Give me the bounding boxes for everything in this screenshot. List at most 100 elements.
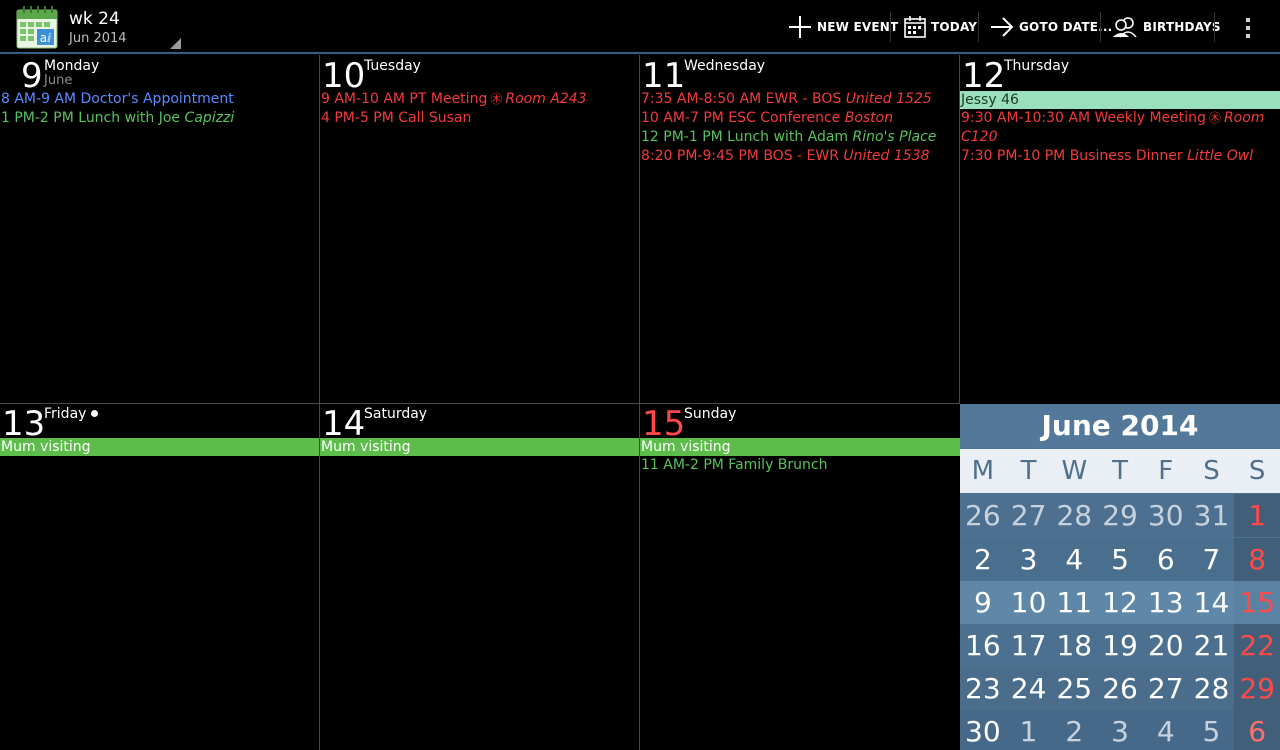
event-item[interactable]: 4 PM-5 PM Call Susan [321, 109, 639, 128]
birthdays-button[interactable]: BIRTHDAYS [1112, 10, 1221, 44]
mini-month-day[interactable]: 13 [1143, 581, 1189, 624]
day-cell-sunday[interactable]: 15 Sunday Mum visiting 11 AM-2 PM Family… [640, 404, 960, 750]
people-icon [1113, 17, 1137, 38]
all-day-event[interactable]: Mum visiting [640, 438, 960, 456]
mini-month-day[interactable]: 6 [1143, 538, 1189, 581]
location-icon: ㊍ [490, 92, 503, 106]
location-icon: ㊍ [1208, 111, 1221, 125]
calendar-app-icon[interactable]: aⅈ [16, 5, 58, 49]
goto-date-button[interactable]: GOTO DATE... [990, 10, 1112, 44]
action-bar-divider [0, 52, 1280, 54]
mini-month-week-row[interactable]: 2345678 [960, 538, 1280, 581]
mini-month-day[interactable]: 16 [960, 624, 1006, 667]
overflow-menu-icon[interactable] [1240, 14, 1256, 40]
mini-month-day[interactable]: 7 [1189, 538, 1235, 581]
mini-month-calendar[interactable]: June 2014 M T W T F S S 26 27 28 29 30 31 1 2 3 4… [960, 404, 1280, 750]
week-title: wk 24 [69, 9, 120, 29]
mini-month-day[interactable]: 4 [1143, 710, 1189, 750]
mini-month-day[interactable]: 6 [1234, 710, 1280, 750]
all-day-event[interactable]: Jessy 46 [960, 91, 1280, 109]
mini-month-day[interactable]: 8 [1234, 538, 1280, 581]
mini-month-day[interactable]: 3 [1097, 710, 1143, 750]
mini-month-day[interactable]: 29 [1097, 494, 1143, 537]
all-day-event[interactable]: Mum visiting [320, 438, 639, 456]
mini-month-day[interactable]: 1 [1234, 494, 1280, 537]
mini-month-day[interactable]: 28 [1051, 494, 1097, 537]
action-bar: aⅈ wk 24 Jun 2014 NEW EVENT TODAY GOTO D… [0, 0, 1280, 52]
mini-month-day[interactable]: 10 [1006, 581, 1052, 624]
arrow-right-icon [991, 17, 1014, 37]
mini-month-day[interactable]: 29 [1234, 667, 1280, 710]
event-item[interactable]: 11 AM-2 PM Family Brunch [640, 456, 960, 475]
mini-month-week-row[interactable]: 30 1 2 3 4 5 6 [960, 710, 1280, 750]
day-name-with-dot: Friday [44, 406, 99, 422]
mini-month-day[interactable]: 5 [1097, 538, 1143, 581]
event-item[interactable]: 12 PM-1 PM Lunch with Adam Rino's Place [641, 128, 959, 147]
mini-month-day[interactable]: 20 [1143, 624, 1189, 667]
mini-month-day[interactable]: 18 [1051, 624, 1097, 667]
event-item[interactable]: 8:20 PM-9:45 PM BOS - EWR United 1538 [641, 147, 959, 166]
mini-month-day[interactable]: 19 [1097, 624, 1143, 667]
all-day-event[interactable]: Mum visiting [0, 438, 319, 456]
event-item[interactable]: 7:35 AM-8:50 AM EWR - BOS United 1525 [641, 90, 959, 109]
mini-month-day[interactable]: 27 [1006, 494, 1052, 537]
event-item[interactable]: 10 AM-7 PM ESC Conference Boston [641, 109, 959, 128]
mini-month-title[interactable]: June 2014 [960, 404, 1280, 448]
day-name: Wednesday [684, 58, 766, 74]
separator [978, 12, 979, 42]
mini-month-day[interactable]: 9 [960, 581, 1006, 624]
weekday-label: F [1158, 456, 1174, 486]
mini-month-week-row[interactable]: 9 10 11 12 13 14 15 [960, 581, 1280, 624]
new-event-button[interactable]: NEW EVENT [788, 10, 898, 44]
mini-month-day[interactable]: 21 [1189, 624, 1235, 667]
mini-month-day[interactable]: 27 [1143, 667, 1189, 710]
mini-month-week-row[interactable]: 26 27 28 29 30 31 1 [960, 494, 1280, 537]
mini-month-day[interactable]: 2 [1051, 710, 1097, 750]
event-item[interactable]: 8 AM-9 AM Doctor's Appointment [1, 90, 319, 109]
mini-month-day[interactable]: 30 [1143, 494, 1189, 537]
mini-month-day[interactable]: 22 [1234, 624, 1280, 667]
mini-month-day[interactable]: 11 [1051, 581, 1097, 624]
day-number: 14 [322, 404, 366, 444]
mini-month-day[interactable]: 5 [1189, 710, 1235, 750]
separator [890, 12, 891, 42]
mini-month-day[interactable]: 12 [1097, 581, 1143, 624]
day-cell-tuesday[interactable]: 10 Tuesday 9 AM-10 AM PT Meeting ㊍ Room A2… [320, 55, 639, 403]
today-button[interactable]: TODAY [904, 10, 977, 44]
mini-month-day[interactable]: 31 [1189, 494, 1235, 537]
event-item[interactable]: 9:30 AM-10:30 AM Weekly Meeting ㊍ Room C12… [960, 109, 1280, 147]
mini-month-day[interactable]: 23 [960, 667, 1006, 710]
day-cell-saturday[interactable]: 14 Saturday Mum visiting [320, 404, 639, 750]
mini-month-day[interactable]: 3 [1006, 538, 1052, 581]
day-number: 11 [642, 56, 686, 96]
event-item[interactable]: 7:30 PM-10 PM Business Dinner Little Owl [960, 147, 1280, 166]
weekday-label: T [1112, 456, 1128, 486]
mini-month-day[interactable]: 25 [1051, 667, 1097, 710]
mini-month-week-row[interactable]: 16 17 18 19 20 21 22 [960, 624, 1280, 667]
mini-month-week-row[interactable]: 23 24 25 26 27 28 29 [960, 667, 1280, 710]
month-subtitle: Jun 2014 [69, 31, 127, 46]
mini-month-day[interactable]: 15 [1234, 581, 1280, 624]
mini-month-day[interactable]: 26 [1097, 667, 1143, 710]
event-item[interactable]: 9 AM-10 AM PT Meeting ㊍ Room A243 [321, 90, 639, 109]
mini-month-day[interactable]: 1 [1006, 710, 1052, 750]
mini-month-day[interactable]: 2 [960, 538, 1006, 581]
mini-month-day[interactable]: 24 [1006, 667, 1052, 710]
mini-month-day[interactable]: 14 [1189, 581, 1235, 624]
day-cell-thursday[interactable]: 12 Thursday Jessy 46 9:30 AM-10:30 AM We… [960, 55, 1280, 403]
mini-month-day[interactable]: 30 [960, 710, 1006, 750]
mini-month-day[interactable]: 28 [1189, 667, 1235, 710]
day-month: June [44, 73, 73, 88]
mini-month-day[interactable]: 4 [1051, 538, 1097, 581]
mini-month-day[interactable]: 17 [1006, 624, 1052, 667]
new-event-label: NEW EVENT [817, 20, 899, 34]
mini-month-day[interactable]: 26 [960, 494, 1006, 537]
separator [1214, 12, 1215, 42]
separator [1100, 12, 1101, 42]
week-title-block[interactable]: wk 24 Jun 2014 [69, 8, 127, 48]
event-item[interactable]: 1 PM-2 PM Lunch with Joe Capizzi [1, 109, 319, 128]
day-cell-friday[interactable]: 13 Friday Mum visiting [0, 404, 319, 750]
day-cell-wednesday[interactable]: 11 Wednesday 7:35 AM-8:50 AM EWR - BOS U… [640, 55, 959, 403]
day-cell-monday[interactable]: 9 Monday June 8 AM-9 AM Doctor's Appoint… [0, 55, 319, 403]
day-number: 10 [322, 56, 366, 96]
